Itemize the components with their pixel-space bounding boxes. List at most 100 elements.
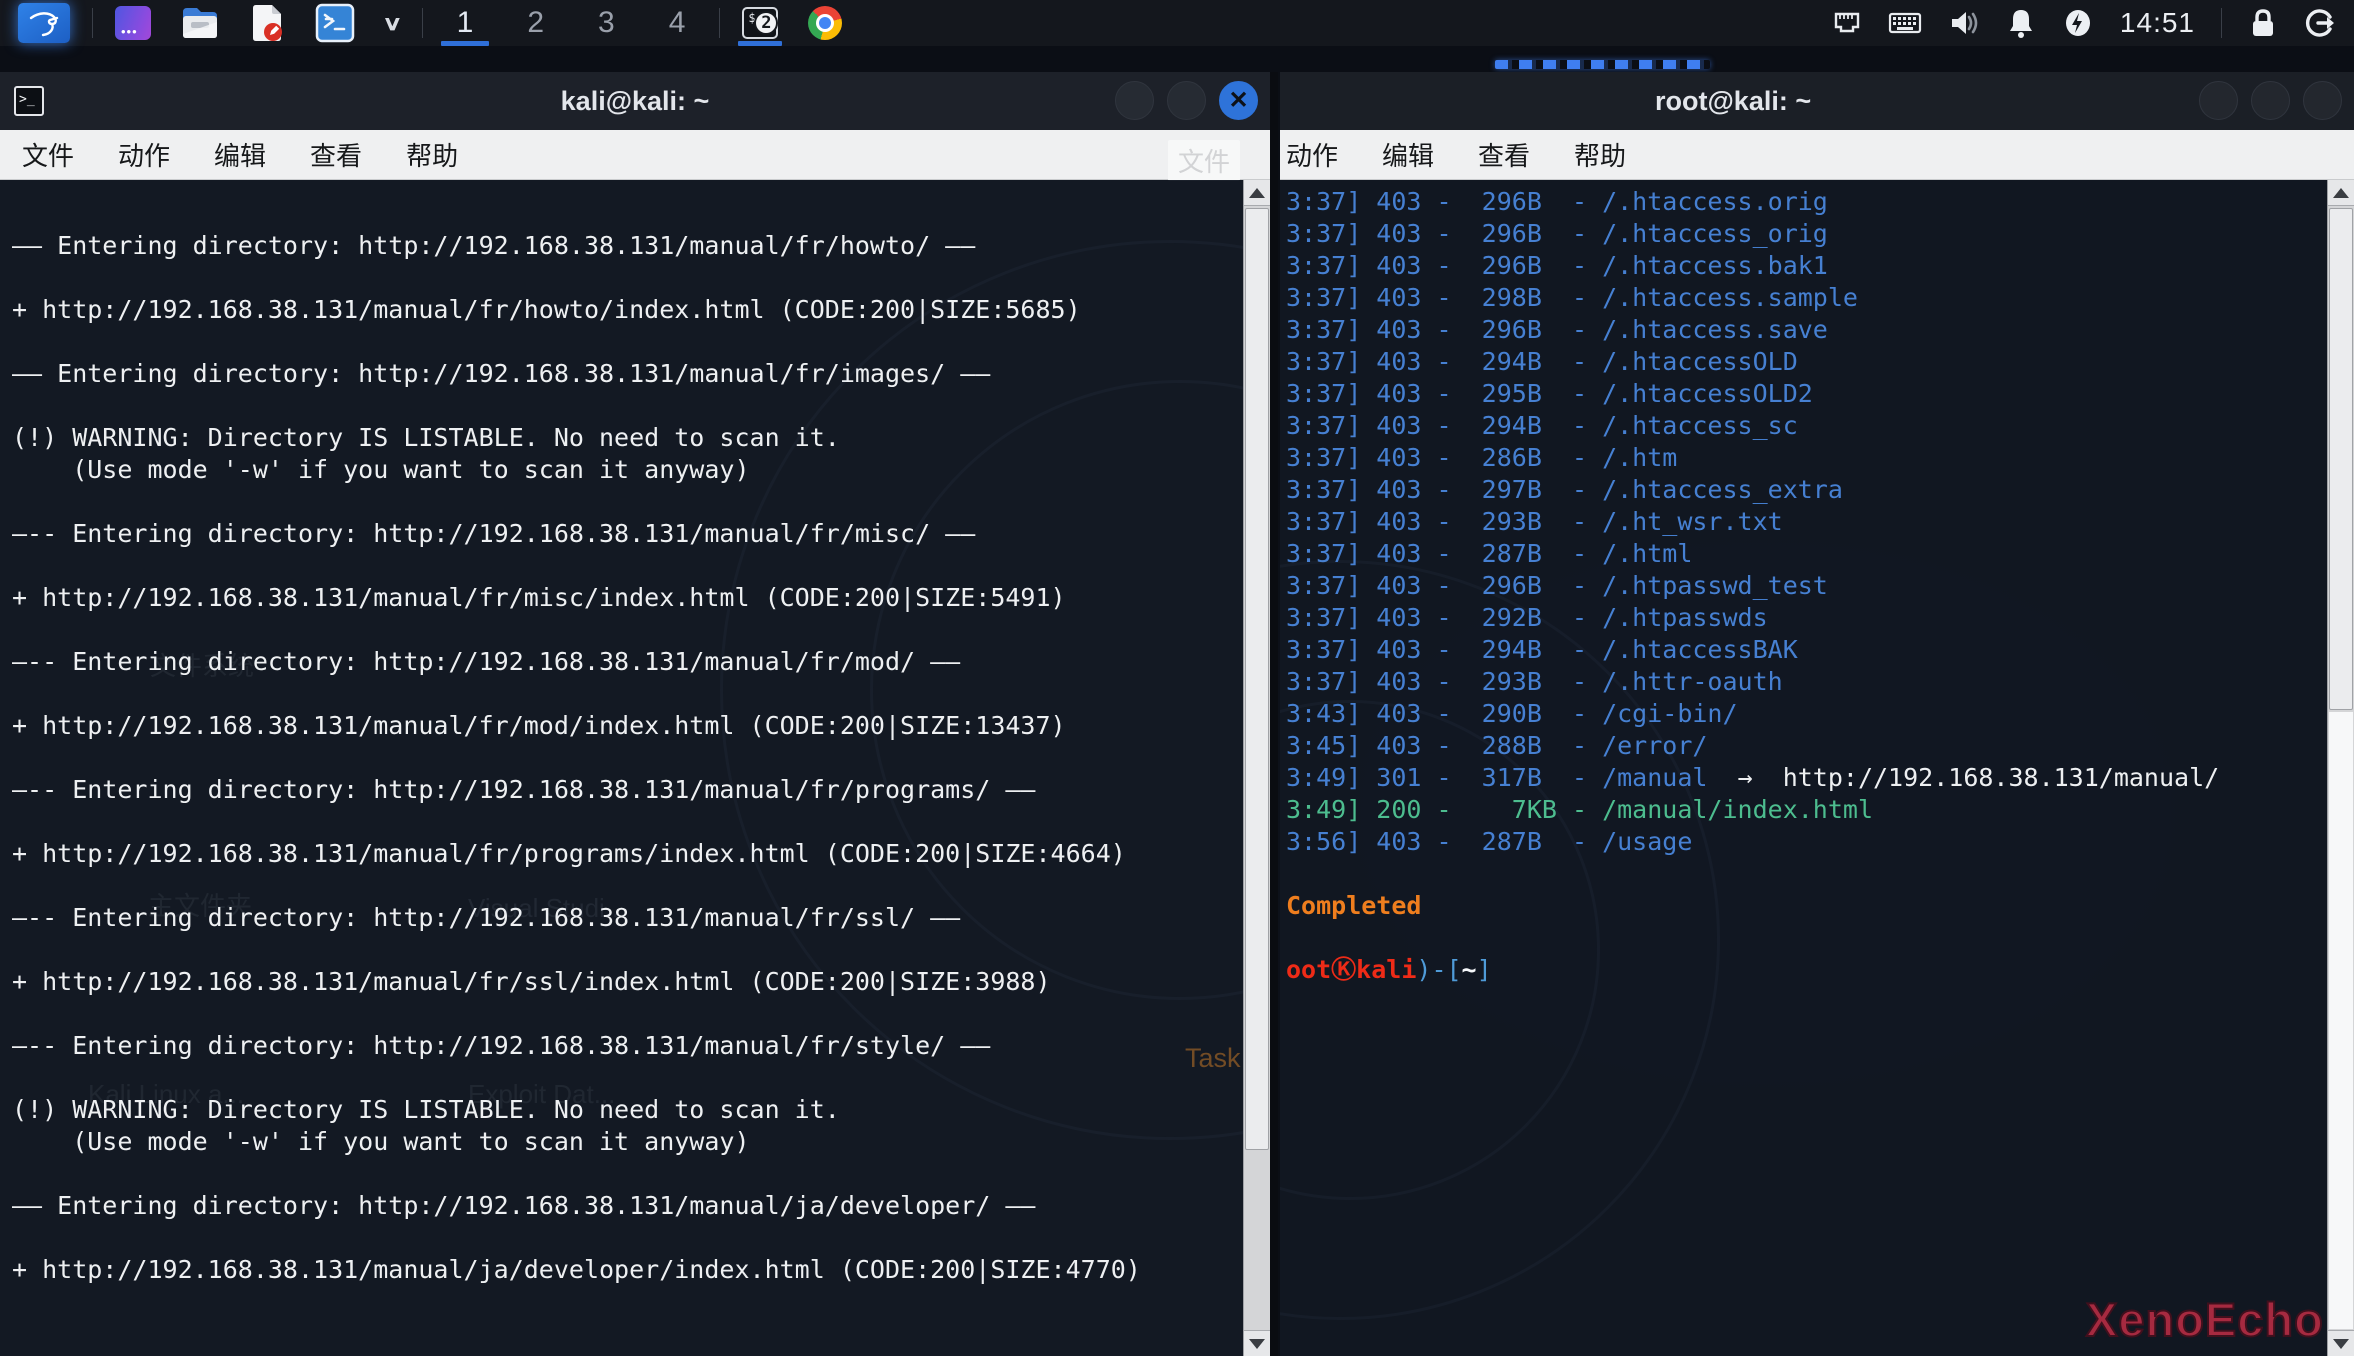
terminal-dropdown-button[interactable]: ∨ [377,0,408,46]
terminal-line [12,1158,1230,1190]
watermark: XenoEcho [2086,1292,2324,1347]
lock-icon [2248,7,2278,39]
folder-icon [181,6,219,40]
background-window-fragment [1495,60,1710,69]
maximize-button[interactable] [1167,81,1206,120]
terminal-line [12,678,1230,710]
bell-icon [2006,7,2036,39]
taskbar: ∨ 1 2 3 4 2 [0,0,2354,46]
workspace-2-button[interactable]: 2 [507,0,564,46]
keyboard-tray-button[interactable] [1888,8,1922,38]
terminal-line: 3:37] 403 - 296B - /.htaccess_orig [1286,218,2324,250]
terminal-line [12,1222,1230,1254]
terminal-line: ootⓀkali)-[~] [1286,954,2324,986]
menu-actions[interactable]: 动作 [1286,136,1338,173]
menu-help[interactable]: 帮助 [406,136,458,173]
scroll-up-arrow[interactable] [1244,180,1270,206]
workspace-3-button[interactable]: 3 [578,0,635,46]
notifications-tray-button[interactable] [2006,7,2036,39]
workspace-1-button[interactable]: 1 [437,0,494,46]
workspace-4-button[interactable]: 4 [649,0,706,46]
window-count-badge: 2 [754,11,778,35]
terminal-line: 3:37] 403 - 294B - /.htaccess_sc [1286,410,2324,442]
network-tray-button[interactable] [1832,8,1862,38]
maximize-button[interactable] [2251,81,2290,120]
terminal-line: 3:37] 403 - 296B - /.htaccess.orig [1286,186,2324,218]
right-window-titlebar[interactable]: root@kali: ~ [1280,72,2354,130]
menu-edit[interactable]: 编辑 [1382,136,1434,173]
terminal-line: 3:45] 403 - 288B - /error/ [1286,730,2324,762]
terminal-line: —— Entering directory: http://192.168.38… [12,230,1230,262]
active-workspace-indicator [441,41,490,46]
open-terminal-windows-button[interactable]: 2 [734,0,786,46]
clock[interactable]: 14:51 [2120,7,2195,39]
terminal-line [12,742,1230,774]
close-button[interactable] [2303,81,2342,120]
chrome-button[interactable] [800,0,850,46]
terminal-line [12,486,1230,518]
menu-help[interactable]: 帮助 [1574,136,1626,173]
kali-menu-button[interactable] [10,0,78,46]
minimize-button[interactable] [2199,81,2238,120]
close-button[interactable]: ✕ [1219,81,1258,120]
terminal-line: 3:37] 403 - 293B - /.httr-oauth [1286,666,2324,698]
menu-view[interactable]: 查看 [1478,136,1530,173]
menu-file[interactable]: 文件 [22,136,74,173]
terminal-line: 3:37] 403 - 296B - /.htaccess.save [1286,314,2324,346]
scroll-down-arrow[interactable] [2328,1330,2354,1356]
file-manager-button[interactable] [173,0,227,46]
left-terminal-scrollbar[interactable] [1243,180,1270,1356]
right-window-title: root@kali: ~ [1655,86,1811,117]
taskbar-separator [92,8,93,38]
terminal-line [1286,922,2324,954]
scrollbar-thumb[interactable] [1245,208,1269,1150]
volume-tray-button[interactable] [1948,7,1980,39]
terminal-line [12,390,1230,422]
scrollbar-thumb[interactable] [2329,208,2353,710]
minimize-button[interactable] [1115,81,1154,120]
terminal-window-icon: >_ [14,86,44,116]
text-editor-button[interactable] [241,0,293,46]
lock-screen-button[interactable] [2248,7,2278,39]
terminal-app-button[interactable] [307,0,363,46]
terminal-line: —— Entering directory: http://192.168.38… [12,1190,1230,1222]
power-manager-tray-button[interactable] [2062,7,2094,39]
active-app-indicator [738,41,782,46]
scroll-up-arrow[interactable] [2328,180,2354,206]
terminal-line [1286,858,2324,890]
left-window-titlebar[interactable]: >_ kali@kali: ~ ✕ [0,72,1270,130]
terminal-line [12,326,1230,358]
workspace-3-label: 3 [586,6,627,40]
terminal-line: 3:56] 403 - 287B - /usage [1286,826,2324,858]
taskbar-separator [422,8,423,38]
menu-view[interactable]: 查看 [310,136,362,173]
scroll-down-arrow[interactable] [1244,1330,1270,1356]
right-terminal-output[interactable]: 3:37] 403 - 296B - /.htaccess.orig3:37] … [1280,180,2354,1356]
terminal-line [12,614,1230,646]
right-terminal-lines: 3:37] 403 - 296B - /.htaccess.orig3:37] … [1286,186,2324,986]
terminal-line: + http://192.168.38.131/manual/ja/develo… [12,1254,1230,1286]
terminal-line: + http://192.168.38.131/manual/fr/misc/i… [12,582,1230,614]
menu-actions[interactable]: 动作 [118,136,170,173]
terminal-line: + http://192.168.38.131/manual/fr/progra… [12,838,1230,870]
terminal-line: + http://192.168.38.131/manual/fr/ssl/in… [12,966,1230,998]
left-terminal-output[interactable]: 文件系统 主文件夹 Visual Studi... Kali Linux a..… [0,180,1270,1356]
terminal-icon [315,3,355,43]
app-menu-button[interactable] [107,0,159,46]
terminal-line: 3:37] 403 - 293B - /.ht_wsr.txt [1286,506,2324,538]
speaker-icon [1948,7,1980,39]
terminal-line: (!) WARNING: Directory IS LISTABLE. No n… [12,1094,1230,1126]
power-bolt-icon [2062,7,2094,39]
taskbar-tray: 14:51 [1832,0,2344,46]
document-edit-icon [249,4,285,42]
terminal-line: 3:49] 301 - 317B - /manual → http://192.… [1286,762,2324,794]
workspace-1-label: 1 [445,6,486,40]
terminal-line: + http://192.168.38.131/manual/fr/mod/in… [12,710,1230,742]
right-terminal-scrollbar[interactable] [2327,180,2354,1356]
menu-edit[interactable]: 编辑 [214,136,266,173]
terminal-line [12,1062,1230,1094]
logout-button[interactable] [2304,7,2336,39]
terminal-line [12,198,1230,230]
scrollbar-track[interactable] [2329,712,2353,1329]
terminal-line: 3:37] 403 - 294B - /.htaccessOLD [1286,346,2324,378]
